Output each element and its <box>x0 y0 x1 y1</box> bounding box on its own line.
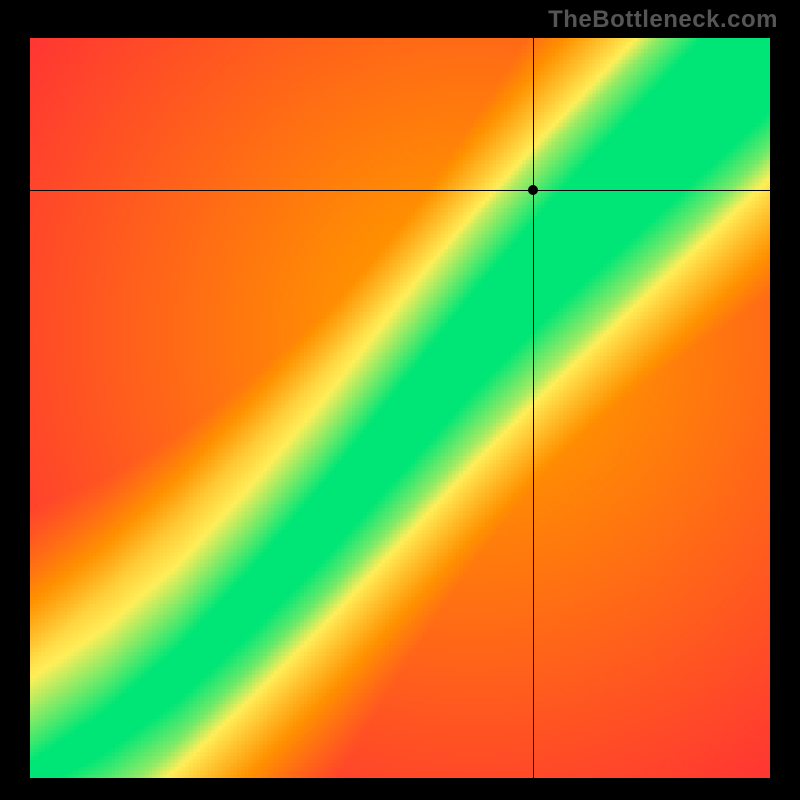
heatmap-canvas <box>30 38 770 778</box>
chart-container: TheBottleneck.com <box>0 0 800 800</box>
heatmap-plot <box>30 38 770 778</box>
watermark-text: TheBottleneck.com <box>548 6 778 34</box>
crosshair-horizontal <box>30 190 770 191</box>
crosshair-vertical <box>533 38 534 778</box>
data-point-marker <box>528 185 538 195</box>
